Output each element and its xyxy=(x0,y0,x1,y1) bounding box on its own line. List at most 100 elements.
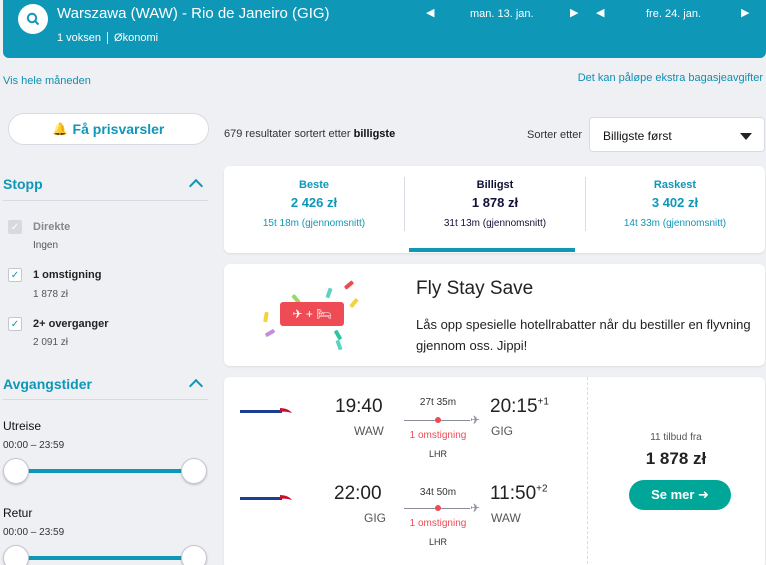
arrival-day-offset: +1 xyxy=(537,396,549,408)
search-details: 1 voksen Økonomi xyxy=(57,32,158,44)
depart-date[interactable]: man. 13. jan. xyxy=(470,8,534,20)
return-slider-track[interactable] xyxy=(16,556,194,560)
tab-price: 3 402 zł xyxy=(651,195,699,210)
prev-return-date-button[interactable]: ◀ xyxy=(596,6,604,19)
divider xyxy=(3,200,208,201)
search-summary-bar[interactable]: Warszawa (WAW) - Rio de Janeiro (GIG) 1 … xyxy=(3,0,766,58)
flight-result-card[interactable]: 19:40 WAW 27t 35m ✈ 1 omstigning LHR 20:… xyxy=(224,377,765,565)
one-stop-price: 1 878 zł xyxy=(33,289,69,300)
view-month-link[interactable]: Vis hele måneden xyxy=(3,75,91,87)
direct-label: Direkte xyxy=(33,221,71,233)
tab-price: 2 426 zł xyxy=(290,195,338,210)
promo-banner[interactable]: ✈ + 🛏 Fly Stay Save Lås opp spesielle ho… xyxy=(224,264,765,366)
stop-dot xyxy=(435,417,441,423)
flight-duration: 34t 50m xyxy=(419,487,457,498)
divider xyxy=(3,399,208,400)
sort-dropdown[interactable]: Billigste først xyxy=(589,117,765,152)
flight-price: 1 878 zł xyxy=(645,449,707,468)
stops-filter-title[interactable]: Stopp xyxy=(3,176,43,192)
direct-checkbox: ✓ xyxy=(8,220,22,234)
divider xyxy=(107,32,109,44)
tab-duration: 15t 18m (gjennomsnitt) xyxy=(262,218,366,229)
search-icon xyxy=(26,12,40,26)
confetti-decoration xyxy=(349,297,359,309)
plane-icon: ✈ xyxy=(470,501,481,515)
chevron-up-icon[interactable] xyxy=(188,378,204,394)
outbound-slider-end-handle[interactable] xyxy=(181,458,207,484)
results-count: 679 resultater sortert etter xyxy=(224,128,351,140)
layover-airport: LHR xyxy=(428,449,447,459)
sort-label: Sorter etter xyxy=(527,129,583,141)
two-plus-stops-price: 2 091 zł xyxy=(33,337,69,348)
promo-text: Lås opp spesielle hotellrabatter når du … xyxy=(416,317,751,353)
departure-airport: WAW xyxy=(354,424,384,438)
layover-airport: LHR xyxy=(428,537,447,547)
departure-time: 19:40 xyxy=(335,396,383,417)
chevron-up-icon[interactable] xyxy=(188,178,204,194)
route-title: Warszawa (WAW) - Rio de Janeiro (GIG) xyxy=(57,5,330,22)
airline-logo-icon xyxy=(240,495,292,500)
departure-airport: GIG xyxy=(364,511,387,525)
passenger-count: 1 voksen xyxy=(57,32,102,44)
confetti-decoration xyxy=(343,280,355,290)
outbound-slider-start-handle[interactable] xyxy=(3,458,29,484)
tab-fastest[interactable]: Raskest 3 402 zł 14t 33m (gjennomsnitt) xyxy=(585,166,765,253)
search-button[interactable] xyxy=(18,4,48,34)
baggage-fees-link[interactable]: Det kan påløpe ekstra bagasjeavgifter xyxy=(578,72,763,84)
confetti-decoration xyxy=(335,339,343,351)
airline-logo-icon xyxy=(240,408,292,413)
price-alert-label: Få prisvarsler xyxy=(72,121,165,137)
confetti-decoration xyxy=(325,287,333,299)
tab-label: Billigst xyxy=(476,179,514,191)
tab-cheapest[interactable]: Billigst 1 878 zł 31t 13m (gjennomsnitt) xyxy=(405,166,585,253)
divider xyxy=(587,377,588,565)
tab-price: 1 878 zł xyxy=(471,195,519,210)
stop-dot xyxy=(435,505,441,511)
arrival-time-value: 11:50 xyxy=(490,483,537,504)
cabin-class: Økonomi xyxy=(114,32,159,44)
arrival-time-value: 20:15 xyxy=(490,396,538,417)
promo-title: Fly Stay Save xyxy=(416,278,534,299)
tab-label: Raskest xyxy=(653,179,697,191)
tab-best[interactable]: Beste 2 426 zł 15t 18m (gjennomsnitt) xyxy=(224,166,404,253)
tab-duration: 31t 13m (gjennomsnitt) xyxy=(443,218,547,229)
two-plus-stops-label[interactable]: 2+ overganger xyxy=(33,318,109,330)
one-stop-checkbox[interactable]: ✓ xyxy=(8,268,22,282)
confetti-decoration xyxy=(264,328,276,338)
flight-duration: 27t 35m xyxy=(419,397,457,408)
stops-count: 1 omstigning xyxy=(409,518,467,529)
stops-count: 1 omstigning xyxy=(409,430,467,441)
arrival-airport: GIG xyxy=(491,424,514,438)
tab-duration: 14t 33m (gjennomsnitt) xyxy=(623,218,727,229)
outbound-label: Utreise xyxy=(3,419,42,433)
two-plus-stops-checkbox[interactable]: ✓ xyxy=(8,317,22,331)
confetti-decoration xyxy=(263,311,269,323)
next-depart-date-button[interactable]: ▶ xyxy=(570,6,578,19)
arrival-time: 11:50+2 xyxy=(490,483,548,505)
prev-depart-date-button[interactable]: ◀ xyxy=(426,6,434,19)
tab-label: Beste xyxy=(299,179,329,191)
direct-price: Ingen xyxy=(33,240,59,251)
results-summary: 679 resultater sortert etter billigste xyxy=(224,128,395,140)
one-stop-label[interactable]: 1 omstigning xyxy=(33,269,101,281)
active-tab-indicator xyxy=(409,248,575,252)
return-slider-end-handle[interactable] xyxy=(181,545,207,565)
outbound-slider-track[interactable] xyxy=(16,469,194,473)
sort-tabs: Beste 2 426 zł 15t 18m (gjennomsnitt) Bi… xyxy=(224,166,765,253)
departure-time: 22:00 xyxy=(334,483,382,504)
return-slider-start-handle[interactable] xyxy=(3,545,29,565)
results-sort-key: billigste xyxy=(353,128,396,140)
arrival-airport: WAW xyxy=(491,511,521,525)
offers-count: 11 tilbud fra xyxy=(650,432,702,443)
return-date[interactable]: fre. 24. jan. xyxy=(646,8,701,20)
price-alert-button[interactable]: 🔔 Få prisvarsler xyxy=(8,113,209,145)
bell-icon: 🔔 xyxy=(52,122,68,136)
arrival-time: 20:15+1 xyxy=(490,396,549,418)
next-return-date-button[interactable]: ▶ xyxy=(741,6,749,19)
return-label: Retur xyxy=(3,506,33,520)
departure-times-filter-title[interactable]: Avgangstider xyxy=(3,376,92,392)
return-range: 00:00 – 23:59 xyxy=(3,527,65,538)
chevron-down-icon xyxy=(740,133,752,140)
see-more-button[interactable]: Se mer ➜ xyxy=(629,480,731,510)
outbound-range: 00:00 – 23:59 xyxy=(3,440,65,451)
